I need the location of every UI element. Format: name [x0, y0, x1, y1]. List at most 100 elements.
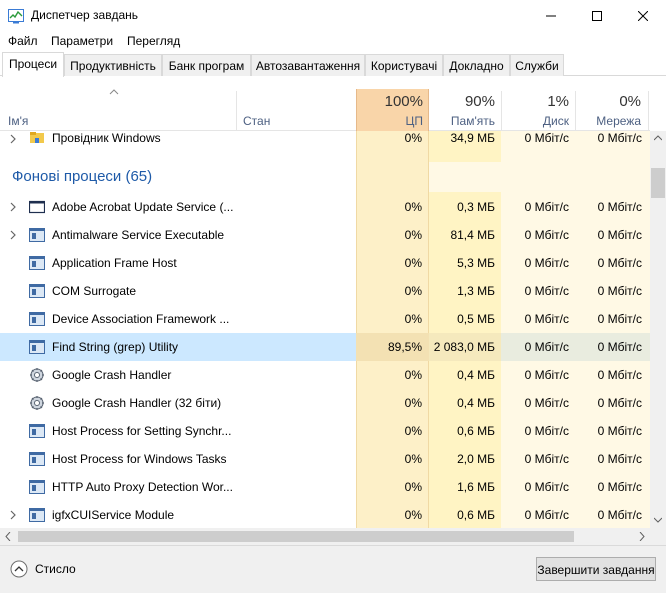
tab-users[interactable]: Користувачі	[365, 54, 443, 76]
close-button[interactable]	[620, 0, 666, 31]
scroll-down-icon[interactable]	[654, 517, 662, 523]
minimize-icon	[546, 15, 556, 16]
table-row[interactable]: Google Crash Handler 0% 0,4 МБ 0 Мбіт/с 0 Мб…	[0, 361, 650, 389]
column-memory[interactable]: 90% Пам'ять	[429, 77, 501, 131]
table-row[interactable]: Adobe Acrobat Update Service (... 0% 0,3 М…	[0, 193, 650, 221]
process-cpu: 0%	[404, 200, 422, 214]
minimize-button[interactable]	[528, 0, 574, 31]
tab-details[interactable]: Докладно	[443, 54, 510, 76]
service-icon	[29, 452, 45, 466]
process-cpu: 0%	[404, 368, 422, 382]
process-memory: 34,9 МБ	[450, 131, 495, 145]
table-row[interactable]: Application Frame Host 0% 5,3 МБ 0 Мбіт/с 0 …	[0, 249, 650, 277]
table-row[interactable]: Провідник Windows 0% 34,9 МБ 0 Мбіт/с 0 …	[0, 131, 650, 149]
process-name: Провідник Windows	[52, 131, 161, 145]
table-row[interactable]: Antimalware Service Executable 0% 81,4 МБ 0…	[0, 221, 650, 249]
table-row[interactable]: HTTP Auto Proxy Detection Wor... 0% 1,6 МБ…	[0, 473, 650, 501]
vertical-scroll-thumb[interactable]	[651, 168, 665, 198]
disk-label: Диск	[542, 114, 569, 128]
process-disk: 0 Мбіт/с	[524, 396, 569, 410]
process-cpu: 0%	[404, 508, 422, 522]
table-row[interactable]: COM Surrogate 0% 1,3 МБ 0 Мбіт/с 0 Мбіт/с	[0, 277, 650, 305]
process-network: 0 Мбіт/с	[597, 368, 642, 382]
tab-services[interactable]: Служби	[510, 54, 564, 76]
footer: Стисло Завершити завдання	[0, 545, 666, 593]
scroll-right-icon[interactable]	[639, 532, 645, 541]
gear-icon	[30, 368, 44, 382]
tab-startup[interactable]: Автозавантаження	[251, 54, 365, 76]
process-network: 0 Мбіт/с	[597, 424, 642, 438]
scroll-up-icon[interactable]	[654, 135, 662, 141]
group-header[interactable]: Фонові процеси (65)	[0, 162, 650, 192]
column-cpu[interactable]: 100% ЦП	[356, 89, 429, 131]
memory-label: Пам'ять	[450, 114, 495, 128]
table-row[interactable]: Host Process for Windows Tasks 0% 2,0 МБ 0 …	[0, 445, 650, 473]
tab-app-history[interactable]: Банк програм	[162, 54, 251, 76]
process-name: Application Frame Host	[52, 256, 177, 270]
memory-total-pct: 90%	[464, 93, 495, 110]
service-icon	[29, 284, 45, 298]
table-row[interactable]: igfxCUIService Module 0% 0,6 МБ 0 Мбіт/с 0 М…	[0, 501, 650, 528]
process-cpu: 0%	[404, 284, 422, 298]
end-task-button[interactable]: Завершити завдання	[536, 557, 656, 581]
column-divider[interactable]	[648, 91, 649, 131]
process-memory: 0,6 МБ	[457, 508, 495, 522]
menu-file[interactable]: Файл	[8, 34, 38, 48]
scroll-left-icon[interactable]	[5, 532, 11, 541]
process-disk: 0 Мбіт/с	[524, 452, 569, 466]
process-disk: 0 Мбіт/с	[524, 131, 569, 145]
table-row[interactable]: Device Association Framework ... 0% 0,5 МБ…	[0, 305, 650, 333]
process-network: 0 Мбіт/с	[597, 131, 642, 145]
process-network: 0 Мбіт/с	[597, 200, 642, 214]
process-name: Host Process for Windows Tasks	[52, 452, 227, 466]
process-cpu: 89,5%	[387, 340, 422, 354]
process-disk: 0 Мбіт/с	[524, 340, 569, 354]
chevron-right-icon[interactable]	[8, 133, 18, 145]
process-name: igfxCUIService Module	[52, 508, 175, 522]
process-network: 0 Мбіт/с	[597, 228, 642, 242]
gear-icon	[30, 396, 44, 410]
process-network: 0 Мбіт/с	[597, 312, 642, 326]
table-row[interactable]: Find String (grep) Utility 89,5% 2 083,0 М…	[0, 333, 650, 361]
process-network: 0 Мбіт/с	[597, 396, 642, 410]
chevron-right-icon[interactable]	[8, 509, 18, 521]
process-name: Antimalware Service Executable	[52, 228, 225, 242]
process-memory: 1,3 МБ	[457, 284, 495, 298]
table-row[interactable]: Google Crash Handler (32 біти) 0% 0,4 МБ 0 …	[0, 389, 650, 417]
tab-performance[interactable]: Продуктивність	[64, 54, 162, 76]
task-manager-icon	[8, 9, 24, 24]
process-memory: 0,3 МБ	[457, 200, 495, 214]
table-row[interactable]: Host Process for Setting Synchr... 0% 0,6 …	[0, 417, 650, 445]
network-label: Мережа	[596, 114, 641, 128]
group-header-cpu-bg	[356, 162, 429, 192]
menu-bar: Файл Параметри Перегляд	[0, 31, 666, 51]
process-cpu: 0%	[404, 256, 422, 270]
fewer-details-link[interactable]: Стисло	[35, 562, 76, 576]
process-name: Host Process for Setting Synchr...	[52, 424, 232, 438]
tab-strip: Процеси Продуктивність Банк програм Авто…	[0, 52, 666, 77]
process-name: Find String (grep) Utility	[52, 340, 179, 354]
horizontal-scroll-thumb[interactable]	[18, 531, 574, 542]
service-icon	[29, 312, 45, 326]
maximize-icon	[592, 10, 602, 21]
process-cpu: 0%	[404, 424, 422, 438]
sort-up-icon	[109, 89, 119, 95]
menu-view[interactable]: Перегляд	[127, 34, 180, 48]
chevron-up-circle-icon[interactable]	[10, 560, 28, 578]
column-network[interactable]: 0% Мережа	[576, 77, 648, 131]
column-disk[interactable]: 1% Диск	[502, 77, 575, 131]
process-disk: 0 Мбіт/с	[524, 508, 569, 522]
process-memory: 2,0 МБ	[457, 452, 495, 466]
process-network: 0 Мбіт/с	[597, 508, 642, 522]
tab-processes[interactable]: Процеси	[2, 52, 64, 77]
column-name[interactable]: Ім'я	[0, 77, 236, 131]
title-bar: Диспетчер завдань	[0, 0, 666, 31]
column-name-label: Ім'я	[8, 114, 29, 128]
chevron-right-icon[interactable]	[8, 229, 18, 241]
column-status[interactable]: Стан	[237, 77, 356, 131]
process-name: HTTP Auto Proxy Detection Wor...	[52, 480, 233, 494]
process-memory: 0,4 МБ	[457, 368, 495, 382]
chevron-right-icon[interactable]	[8, 201, 18, 213]
maximize-button[interactable]	[574, 0, 620, 31]
menu-options[interactable]: Параметри	[51, 34, 113, 48]
